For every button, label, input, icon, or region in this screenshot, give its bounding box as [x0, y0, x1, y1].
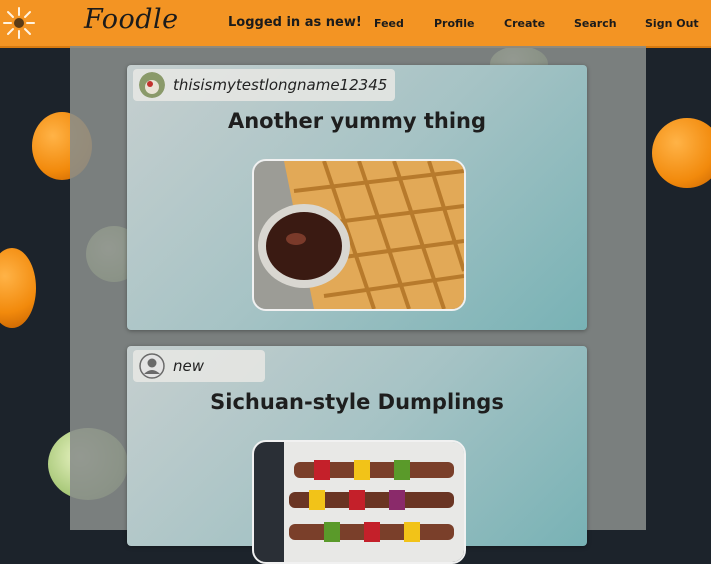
default-avatar-icon [139, 353, 165, 379]
post-author[interactable]: new [133, 350, 265, 382]
orange-pepper-decoration [0, 248, 36, 328]
post-title[interactable]: Sichuan-style Dumplings [127, 390, 587, 414]
nav-search-link[interactable]: Search [574, 17, 617, 30]
nav-profile-link[interactable]: Profile [434, 17, 474, 30]
skewers-photo[interactable] [252, 440, 466, 564]
app-logo-text[interactable]: Foodle [84, 4, 179, 35]
post-card[interactable]: thisismytestlongname12345 Another yummy … [127, 65, 587, 330]
nav-sign-out-link[interactable]: Sign Out [645, 17, 699, 30]
waffles-with-dip-photo[interactable] [252, 159, 466, 311]
foodle-logo-icon[interactable] [2, 6, 36, 40]
waffle-image-drawing [254, 161, 464, 309]
author-name: new [173, 357, 205, 375]
nav-feed-link[interactable]: Feed [374, 17, 404, 30]
post-card[interactable]: new Sichuan-style Dumplings [127, 346, 587, 564]
post-title[interactable]: Another yummy thing [127, 109, 587, 133]
skewer-image-drawing [254, 442, 464, 562]
author-name: thisismytestlongname12345 [173, 76, 388, 94]
top-nav-bar: Foodle Logged in as new! Feed Profile Cr… [0, 0, 711, 48]
login-status: Logged in as new! [228, 15, 362, 30]
avatar [139, 72, 165, 98]
post-author[interactable]: thisismytestlongname12345 [133, 69, 396, 101]
nav-create-link[interactable]: Create [504, 17, 545, 30]
orange-pepper-decoration [652, 118, 711, 188]
